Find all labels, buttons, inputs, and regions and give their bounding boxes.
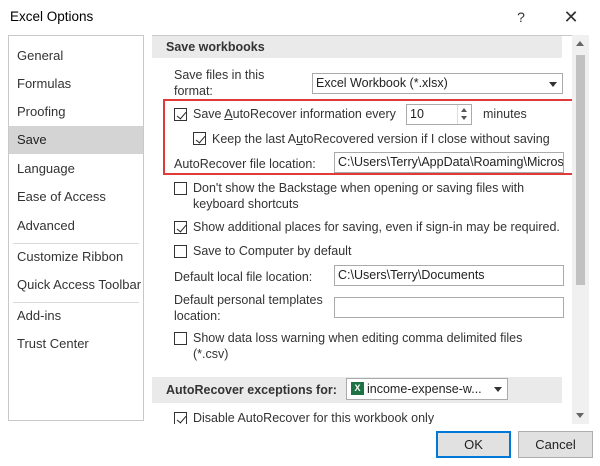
help-icon[interactable]: ? <box>511 7 531 27</box>
section-header-save-workbooks: Save workbooks <box>152 36 562 58</box>
sidebar-item-customize-ribbon[interactable]: Customize Ribbon <box>9 243 143 271</box>
format-label: Save files in this format: <box>174 68 265 98</box>
scroll-up-icon[interactable] <box>576 41 584 46</box>
vertical-scrollbar[interactable] <box>572 35 589 424</box>
sidebar-item-proofing[interactable]: Proofing <box>9 98 143 126</box>
excel-icon: X <box>351 382 364 395</box>
sidebar: General Formulas Proofing Save Language … <box>8 35 144 421</box>
default-local-location-label: Default local file location: <box>174 270 313 284</box>
backstage-checkbox[interactable] <box>174 182 187 195</box>
sidebar-item-general[interactable]: General <box>9 42 143 70</box>
sidebar-item-advanced[interactable]: Advanced <box>9 212 143 240</box>
close-icon[interactable]: ✕ <box>556 5 586 29</box>
disable-autorecover-checkbox[interactable] <box>174 412 187 424</box>
personal-templates-label: Default personal templates location: <box>174 293 323 323</box>
disable-autorecover-label: Disable AutoRecover for this workbook on… <box>193 411 435 424</box>
workbook-dropdown[interactable]: X income-expense-w... <box>346 378 508 400</box>
options-panel: Save workbooks Save files in this format… <box>152 35 584 424</box>
ok-button[interactable]: OK <box>436 431 511 458</box>
scroll-thumb[interactable] <box>576 55 585 285</box>
sidebar-item-quick-access-toolbar[interactable]: Quick Access Toolbar <box>9 271 143 299</box>
sidebar-item-add-ins[interactable]: Add-ins <box>9 302 143 330</box>
sidebar-item-formulas[interactable]: Formulas <box>9 70 143 98</box>
sidebar-item-ease-of-access[interactable]: Ease of Access <box>9 183 143 211</box>
sidebar-item-language[interactable]: Language <box>9 155 143 183</box>
backstage-label: Don't show the Backstage when opening or… <box>193 181 525 211</box>
file-format-value: Excel Workbook (*.xlsx) <box>316 76 448 90</box>
file-format-dropdown[interactable]: Excel Workbook (*.xlsx) <box>312 73 563 94</box>
chevron-down-icon <box>494 387 502 392</box>
cancel-button[interactable]: Cancel <box>518 431 593 458</box>
workbook-value: income-expense-w... <box>367 382 482 396</box>
personal-templates-input[interactable] <box>334 297 564 318</box>
sidebar-item-save[interactable]: Save <box>9 126 143 154</box>
default-local-location-input[interactable]: C:\Users\Terry\Documents <box>334 265 564 286</box>
window-title: Excel Options <box>10 9 94 24</box>
title-bar: Excel Options ? ✕ <box>0 0 600 34</box>
chevron-down-icon <box>549 82 557 87</box>
data-loss-warning-label: Show data loss warning when editing comm… <box>193 331 523 361</box>
additional-places-checkbox[interactable] <box>174 221 187 234</box>
highlight-annotation <box>163 99 574 175</box>
sidebar-item-trust-center[interactable]: Trust Center <box>9 330 143 358</box>
data-loss-warning-checkbox[interactable] <box>174 332 187 345</box>
additional-places-label: Show additional places for saving, even … <box>193 220 560 234</box>
scroll-down-icon[interactable] <box>576 413 584 418</box>
save-to-computer-label: Save to Computer by default <box>193 244 352 258</box>
save-to-computer-checkbox[interactable] <box>174 245 187 258</box>
